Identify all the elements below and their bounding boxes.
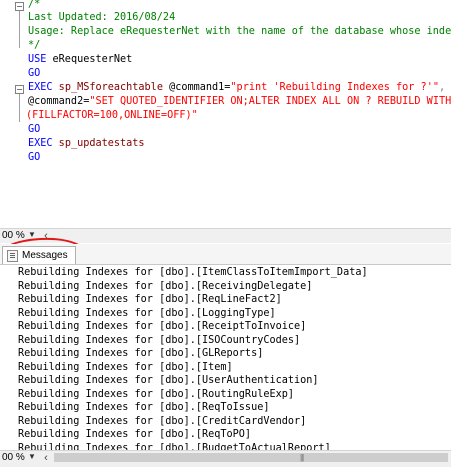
exec-keyword: EXEC: [28, 82, 53, 93]
database-name: eRequesterNet: [46, 54, 133, 65]
param-command1: @command1=: [162, 82, 231, 93]
tab-messages[interactable]: Messages: [2, 246, 76, 264]
use-keyword: USE: [28, 54, 47, 65]
list-item: Rebuilding Indexes for [dbo].[ReqToIssue…: [18, 402, 270, 413]
list-item: Rebuilding Indexes for [dbo].[ItemClassT…: [18, 267, 368, 278]
use-statement: USE eRequesterNet: [28, 53, 132, 67]
exec-updatestats: EXEC sp_updatestats: [28, 137, 145, 151]
list-item: Rebuilding Indexes for [dbo].[Item]: [18, 361, 233, 373]
list-item: Rebuilding Indexes for [dbo].[UserAuthen…: [18, 375, 319, 386]
list-item: Rebuilding Indexes for [dbo].[BudgetToAc…: [18, 442, 331, 451]
comment-usage: Usage: Replace eRequesterNet with the na…: [28, 26, 451, 37]
param-command2: @command2=: [28, 96, 90, 107]
messages-pane[interactable]: Rebuilding Indexes for [dbo].[ItemClassT…: [0, 265, 451, 450]
exec-statement: EXEC sp_MSforeachtable @command1="print …: [28, 81, 445, 95]
grip-icon: |||: [300, 453, 304, 462]
fold-guide: [19, 11, 20, 48]
scrollbar-thumb[interactable]: [54, 453, 448, 462]
list-item: Rebuilding Indexes for [dbo].[CreditCard…: [18, 415, 307, 427]
exec-keyword: EXEC: [28, 138, 53, 149]
messages-icon: [7, 249, 18, 262]
string-command2: "SET QUOTED_IDENTIFIER ON;ALTER INDEX AL…: [89, 96, 451, 107]
list-item: Rebuilding Indexes for [dbo].[GLReports]: [18, 348, 264, 359]
command2-line: @command2="SET QUOTED_IDENTIFIER ON;ALTE…: [28, 95, 451, 109]
results-tabstrip: Messages: [0, 244, 451, 265]
messages-horizontal-scrollbar[interactable]: 00 % ▼ ‹ |||: [0, 450, 451, 467]
go-statement: GO: [28, 68, 41, 79]
scroll-left-icon[interactable]: ‹: [40, 451, 52, 465]
zoom-level-messages[interactable]: 00 %: [0, 451, 25, 465]
list-item: Rebuilding Indexes for [dbo].[ReceiptToI…: [18, 321, 307, 332]
proc-name: sp_MSforeachtable: [52, 82, 163, 93]
query-editor[interactable]: − − /* Last Updated: 2016/08/24 Usage: R…: [0, 0, 451, 228]
proc-name: sp_updatestats: [52, 138, 145, 149]
collapse-toggle-exec[interactable]: −: [15, 85, 24, 94]
comma: ,: [438, 82, 446, 93]
string-command2-cont: (FILLFACTOR=100,ONLINE=OFF)": [26, 110, 198, 121]
editor-gutter: [0, 0, 5, 228]
chevron-down-icon[interactable]: ▼: [28, 452, 36, 461]
comment-updated: Last Updated: 2016/08/24: [28, 12, 176, 23]
list-item: Rebuilding Indexes for [dbo].[RoutingRul…: [18, 388, 295, 400]
string-command1: "print 'Rebuilding Indexes for ?'": [230, 82, 439, 93]
list-item: Rebuilding Indexes for [dbo].[ReqToPO]: [18, 429, 252, 440]
go-statement: GO: [28, 124, 41, 135]
fold-guide: [19, 94, 20, 122]
list-item: Rebuilding Indexes for [dbo].[ReqLineFac…: [18, 294, 282, 305]
collapse-toggle-comment[interactable]: −: [15, 2, 24, 11]
list-item: Rebuilding Indexes for [dbo].[ISOCountry…: [18, 334, 301, 346]
go-statement: GO: [28, 152, 41, 163]
list-item: Rebuilding Indexes for [dbo].[ReceivingD…: [18, 280, 313, 292]
comment-close: */: [28, 40, 41, 51]
tab-messages-label: Messages: [22, 250, 68, 261]
list-item: Rebuilding Indexes for [dbo].[LoggingTyp…: [18, 307, 276, 319]
